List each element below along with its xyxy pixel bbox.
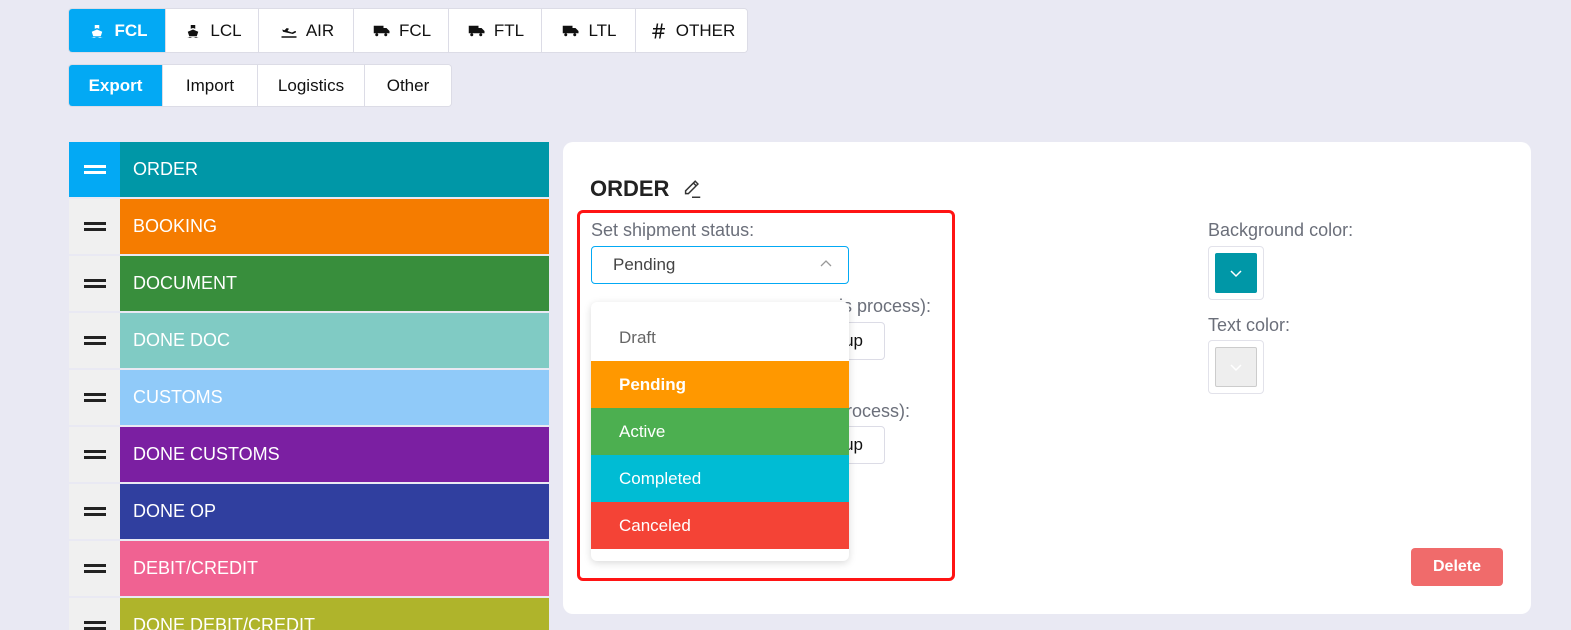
shipment-mode-tabs: FCL LCL AIR FCL FTL LTL OTHER [68,8,748,53]
drag-handle-icon[interactable] [69,199,120,254]
dropdown-arrow [642,302,660,311]
status-row[interactable]: ORDER [69,142,549,197]
status-label[interactable]: BOOKING [120,199,549,254]
chevron-down-icon [1230,364,1242,372]
group-label-2: rocess): [846,401,911,421]
direction-tab-3[interactable]: Other [365,65,451,106]
status-list: ORDER BOOKING DOCUMENT DONE DOC CUSTOMS DONE … [69,142,549,630]
direction-tab-0[interactable]: Export [69,65,163,106]
ship-icon [187,24,200,38]
plane-icon [281,27,297,38]
status-row[interactable]: DEBIT/CREDIT [69,541,549,596]
mode-tab-label: AIR [305,20,335,40]
status-option[interactable]: Canceled [591,502,849,549]
mode-tab-label: LCL [210,20,242,40]
direction-tab-label: Import [185,75,235,95]
status-row[interactable]: DONE DEBIT/CREDIT [69,598,549,630]
status-label[interactable]: DOCUMENT [120,256,549,311]
status-row[interactable]: DONE OP [69,484,549,539]
direction-tab-2[interactable]: Logistics [258,65,365,106]
mode-tab-label: FCL [114,20,148,40]
mode-tab-0[interactable]: FCL [69,9,166,52]
status-label[interactable]: ORDER [120,142,549,197]
text-color-picker[interactable] [1208,340,1264,394]
drag-handle-icon[interactable] [69,313,120,368]
hash-icon [652,23,665,38]
status-label[interactable]: CUSTOMS [120,370,549,425]
status-row[interactable]: CUSTOMS [69,370,549,425]
mode-tab-label: LTL [588,20,617,40]
drag-handle-icon[interactable] [69,598,120,630]
direction-tab-label: Logistics [277,75,345,95]
drag-handle-icon[interactable] [69,370,120,425]
mode-tab-label: FTL [493,20,525,40]
background-color-picker[interactable] [1208,246,1264,300]
text-color-preview [1215,347,1257,387]
status-label[interactable]: DONE OP [120,484,549,539]
chevron-down-icon [1230,270,1242,278]
status-row[interactable]: DONE CUSTOMS [69,427,549,482]
status-option[interactable]: Active [591,408,849,455]
mode-tab-6[interactable]: OTHER [636,9,747,52]
direction-tab-label: Export [88,75,143,95]
shipment-status-label: Set shipment status: [591,220,755,240]
status-option[interactable]: Completed [591,455,849,502]
background-color-label: Background color: [1208,220,1354,240]
direction-tab-1[interactable]: Import [163,65,258,106]
drag-handle-icon[interactable] [69,484,120,539]
drag-handle-icon[interactable] [69,541,120,596]
mode-tab-label: OTHER [675,20,736,40]
drag-handle-icon[interactable] [69,427,120,482]
mode-tab-4[interactable]: FTL [449,9,542,52]
mode-tab-1[interactable]: LCL [166,9,259,52]
drag-handle-icon[interactable] [69,142,120,197]
shipment-status-dropdown: Draft Pending Active Completed Canceled [591,302,849,561]
drag-handle-icon[interactable] [69,256,120,311]
text-color-label: Text color: [1208,315,1291,335]
mode-tab-label: FCL [398,20,432,40]
status-detail-panel: ORDER Set shipment status: is process): … [563,142,1531,614]
status-row[interactable]: BOOKING [69,199,549,254]
direction-tabs: Export Import Logistics Other [68,64,452,107]
mode-tab-3[interactable]: FCL [354,9,449,52]
direction-tab-label: Other [386,75,430,95]
status-label[interactable]: DONE CUSTOMS [120,427,549,482]
mode-tab-5[interactable]: LTL [542,9,636,52]
status-label[interactable]: DEBIT/CREDIT [120,541,549,596]
ship-icon [91,24,104,38]
mode-tab-2[interactable]: AIR [259,9,354,52]
truck-icon [373,25,390,36]
edit-pencil-icon[interactable] [681,178,703,200]
chevron-up-icon [820,260,832,267]
status-row[interactable]: DONE DOC [69,313,549,368]
status-option[interactable]: Draft [591,314,849,361]
panel-title-text: ORDER [590,176,670,201]
truck-icon [468,25,485,36]
status-row[interactable]: DOCUMENT [69,256,549,311]
status-label[interactable]: DONE DOC [120,313,549,368]
truck-icon [563,25,579,36]
delete-button[interactable]: Delete [1411,548,1503,586]
group-label-1: is process): [839,296,932,316]
status-label[interactable]: DONE DEBIT/CREDIT [120,598,549,630]
panel-title: ORDER [590,176,703,202]
shipment-status-select[interactable]: Pending [591,246,849,284]
shipment-status-value: Pending [613,255,676,274]
status-option[interactable]: Pending [591,361,849,408]
background-color-preview [1215,253,1257,293]
